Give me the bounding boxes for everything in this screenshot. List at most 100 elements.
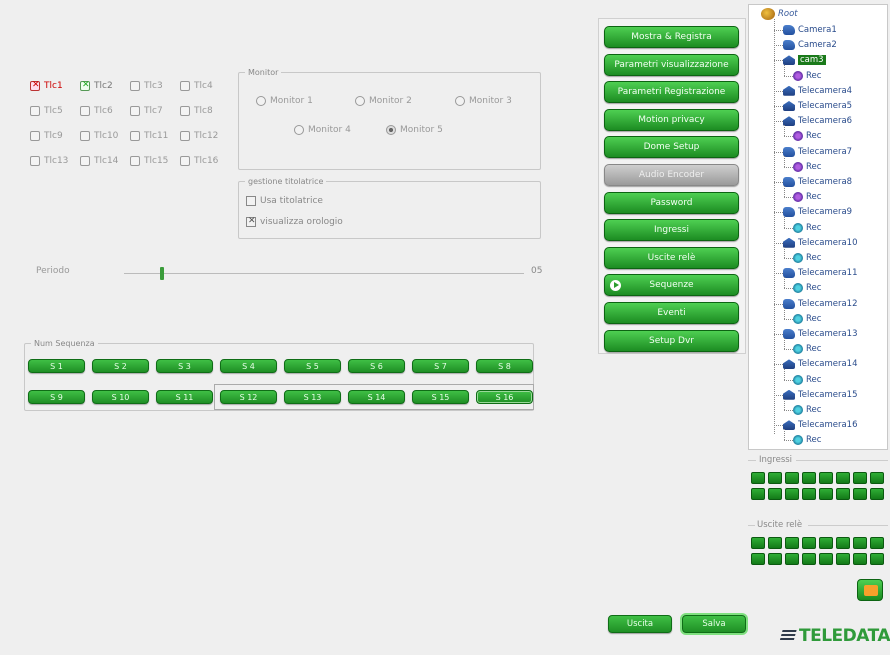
tree-connector	[784, 318, 793, 320]
tree-rec-node[interactable]: Rec	[793, 192, 821, 203]
camera-checkbox-14[interactable]: Tlc14	[80, 153, 130, 169]
tree-node-label: Telecamera4	[798, 85, 853, 96]
tree-rec-node[interactable]: Rec	[793, 70, 821, 81]
tree-camera-node[interactable]: Telecamera7	[783, 146, 852, 157]
tree-camera-node[interactable]: Camera2	[783, 40, 837, 51]
menu-button-1[interactable]: Mostra & Registra	[604, 26, 739, 48]
camera-checkbox-label: Tlc2	[94, 81, 113, 91]
tree-rec-node[interactable]: Rec	[793, 131, 821, 142]
camera-checkbox-16[interactable]: Tlc16	[180, 153, 230, 169]
camera-checkbox-label: Tlc6	[94, 106, 113, 116]
tree-rec-node[interactable]: Rec	[793, 344, 821, 355]
tree-rec-node[interactable]: Rec	[793, 405, 821, 415]
tree-camera-node[interactable]: Telecamera8	[783, 177, 852, 187]
camera-checkbox-4[interactable]: Tlc4	[180, 78, 230, 94]
menu-button-5[interactable]: Dome Setup	[604, 136, 739, 159]
tree-camera-node[interactable]: Telecamera5	[783, 101, 852, 111]
monitor-1-radio[interactable]: Monitor 1	[256, 96, 313, 106]
camera-checkbox-3[interactable]: Tlc3	[130, 78, 180, 94]
tree-camera-node[interactable]: Telecamera11	[783, 268, 857, 279]
visualizza-orologio-checkbox[interactable]: visualizza orologio	[246, 216, 343, 227]
tree-camera-node[interactable]: Telecamera4	[783, 85, 853, 96]
sequence-button-7[interactable]: S 7	[412, 359, 469, 373]
camera-checkbox-5[interactable]: Tlc5	[30, 103, 80, 119]
uscita-button[interactable]: Uscita	[608, 615, 672, 633]
tree-rec-node[interactable]: Rec	[793, 313, 821, 324]
sequence-button-14[interactable]: S 14	[348, 390, 405, 404]
tree-camera-node[interactable]: Telecamera6	[783, 116, 852, 127]
sequence-button-15[interactable]: S 15	[412, 390, 469, 404]
sequence-button-3[interactable]: S 3	[156, 359, 213, 373]
menu-button-7[interactable]: Password	[604, 191, 739, 214]
tree-camera-node[interactable]: Telecamera16	[783, 420, 857, 431]
tree-rec-node[interactable]: Rec	[793, 253, 821, 263]
sequence-button-4[interactable]: S 4	[220, 359, 277, 373]
tree-rec-node[interactable]: Rec	[793, 161, 821, 172]
camera-checkbox-6[interactable]: Tlc6	[80, 103, 130, 119]
sequence-button-9[interactable]: S 9	[28, 390, 85, 404]
sequence-button-1[interactable]: S 1	[28, 359, 85, 373]
tree-camera-node[interactable]: cam3	[783, 55, 826, 66]
sequence-button-11[interactable]: S 11	[156, 390, 213, 404]
sequence-button-8[interactable]: S 8	[476, 359, 533, 373]
monitor-2-radio[interactable]: Monitor 2	[355, 96, 412, 106]
tree-rec-node[interactable]: Rec	[793, 222, 822, 233]
ingresso-led-13	[819, 488, 833, 500]
camera-checkbox-1[interactable]: Tlc1	[30, 78, 80, 94]
usa-titolatrice-checkbox[interactable]: Usa titolatrice	[246, 196, 323, 206]
tree-camera-node[interactable]: Telecamera12	[783, 298, 857, 309]
record-icon	[793, 253, 803, 263]
menu-button-8[interactable]: Ingressi	[604, 219, 739, 242]
camera-checkbox-10[interactable]: Tlc10	[80, 128, 130, 144]
tree-rec-node[interactable]: Rec	[793, 374, 821, 385]
periodo-slider-handle[interactable]	[160, 267, 164, 280]
sequence-button-10[interactable]: S 10	[92, 390, 149, 404]
radio-icon	[355, 96, 365, 106]
sequence-button-16[interactable]: S 16	[476, 390, 533, 404]
camera-checkbox-8[interactable]: Tlc8	[180, 103, 230, 119]
menu-button-11[interactable]: Eventi	[604, 302, 739, 324]
tree-node-label: Rec	[806, 222, 822, 233]
camera-checkbox-13[interactable]: Tlc13	[30, 153, 80, 169]
tree-root[interactable]: Root	[761, 8, 798, 20]
sequence-button-13[interactable]: S 13	[284, 390, 341, 404]
sequence-button-6[interactable]: S 6	[348, 359, 405, 373]
tree-camera-node[interactable]: Telecamera10	[783, 237, 857, 248]
tree-camera-node[interactable]: Camera1	[783, 25, 837, 35]
tree-connector	[784, 429, 785, 441]
grid-view-icon[interactable]	[857, 579, 883, 601]
monitor-5-radio[interactable]: Monitor 5	[386, 125, 443, 135]
menu-button-4[interactable]: Motion privacy	[604, 108, 739, 131]
sequence-button-2[interactable]: S 2	[92, 359, 149, 373]
device-tree[interactable]: Root Camera1 Camera2 cam3 Rec Telecamera4 Tel…	[748, 4, 888, 450]
menu-button-10[interactable]: Sequenze	[604, 274, 739, 297]
monitor-3-radio[interactable]: Monitor 3	[455, 96, 512, 106]
menu-button-label: Dome Setup	[643, 142, 700, 153]
camera-checkbox-label: Tlc4	[194, 81, 213, 91]
menu-button-12[interactable]: Setup Dvr	[604, 329, 739, 352]
menu-button-6[interactable]: Audio Encoder	[604, 164, 739, 186]
camera-checkbox-11[interactable]: Tlc11	[130, 128, 180, 144]
camera-checkbox-12[interactable]: Tlc12	[180, 128, 230, 144]
tree-rec-node[interactable]: Rec	[793, 435, 821, 446]
camera-checkbox-label: Tlc12	[194, 131, 219, 141]
uscita-led-12	[802, 553, 816, 565]
sequence-button-5[interactable]: S 5	[284, 359, 341, 373]
menu-button-9[interactable]: Uscite relè	[604, 246, 739, 269]
monitor-4-radio[interactable]: Monitor 4	[294, 125, 351, 135]
tree-camera-node[interactable]: Telecamera13	[783, 329, 857, 339]
tree-camera-node[interactable]: Telecamera15	[783, 389, 857, 400]
camera-checkbox-2[interactable]: Tlc2	[80, 78, 130, 94]
camera-checkbox-15[interactable]: Tlc15	[130, 153, 180, 169]
radio-icon	[455, 96, 465, 106]
camera-checkbox-7[interactable]: Tlc7	[130, 103, 180, 119]
salva-button[interactable]: Salva	[682, 615, 746, 633]
sequence-button-12[interactable]: S 12	[220, 390, 277, 404]
menu-button-3[interactable]: Parametri Registrazione	[604, 81, 739, 104]
tree-camera-node[interactable]: Telecamera9	[783, 207, 852, 218]
tree-camera-node[interactable]: Telecamera14	[783, 359, 857, 370]
camera-checkbox-9[interactable]: Tlc9	[30, 128, 80, 144]
tree-rec-node[interactable]: Rec	[793, 283, 821, 294]
menu-button-2[interactable]: Parametri visualizzazione	[604, 53, 739, 76]
periodo-slider-track[interactable]	[124, 273, 524, 274]
